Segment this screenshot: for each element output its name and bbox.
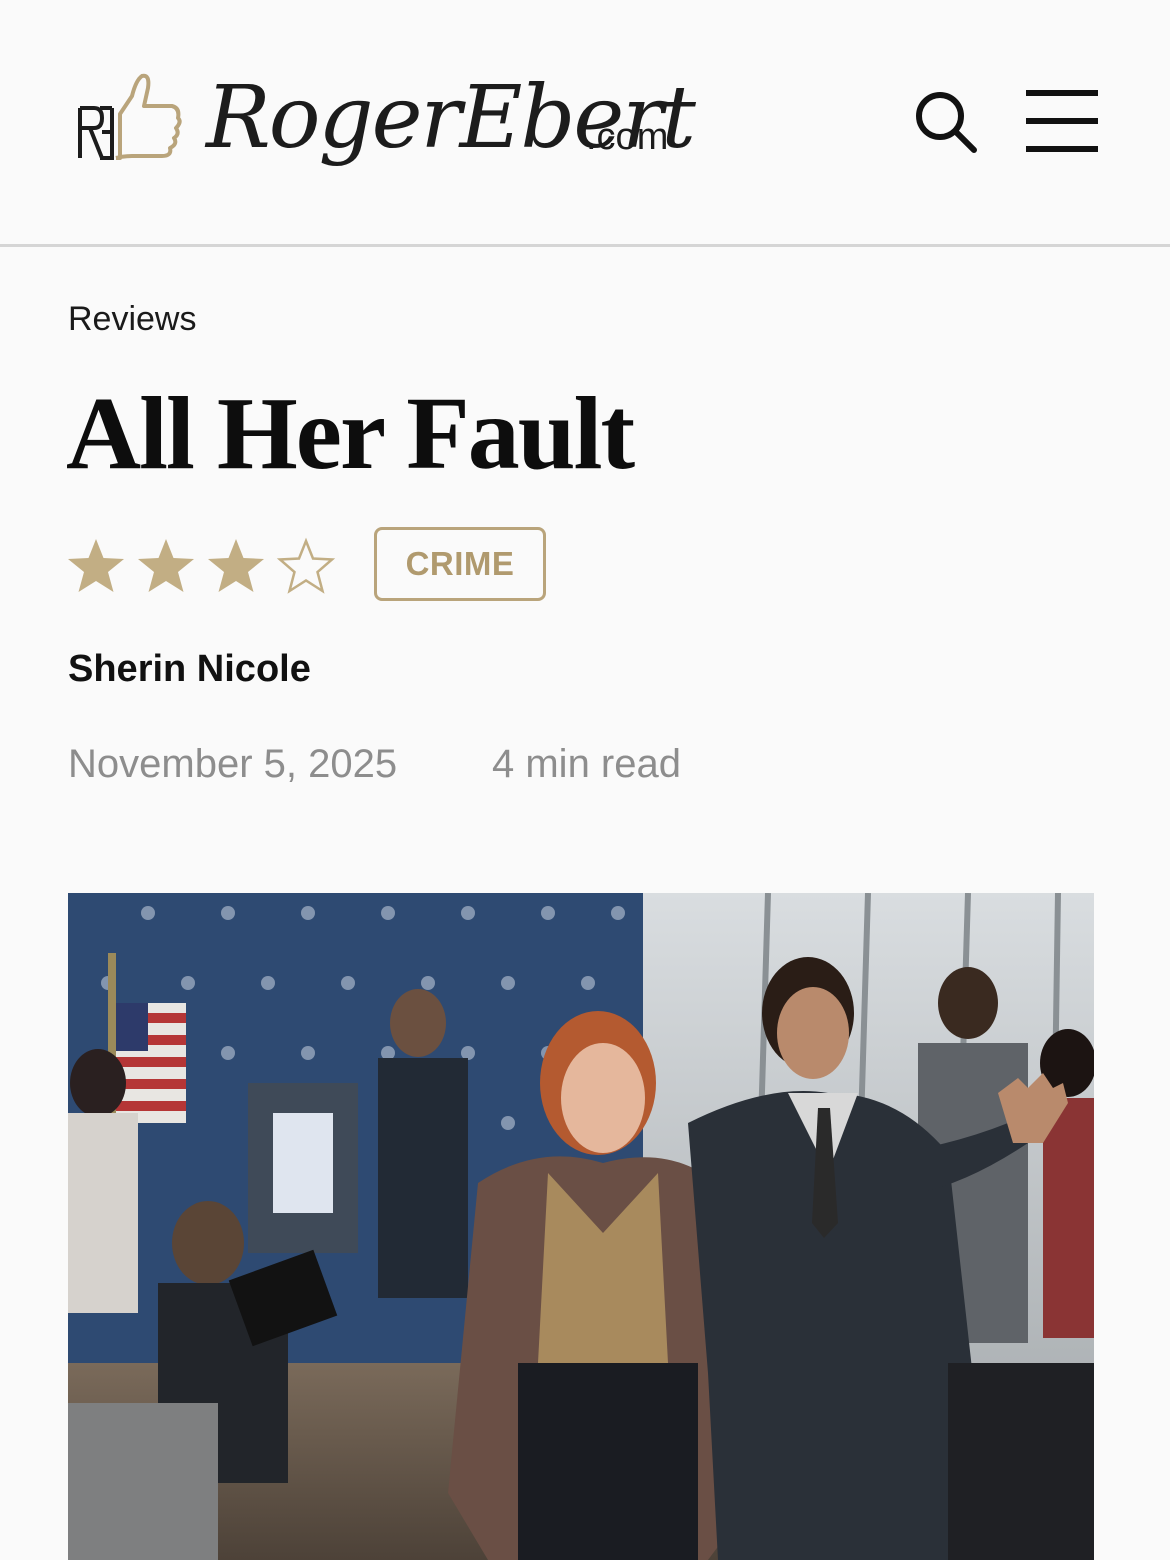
star-filled-icon [68, 539, 124, 592]
author-name[interactable]: Sherin Nicole [68, 648, 311, 691]
search-icon [916, 92, 977, 153]
logo-suffix: .com [586, 116, 669, 158]
hero-photo [68, 893, 1094, 1560]
hero-photo-illustration [68, 893, 1094, 1560]
publish-date: November 5, 2025 [68, 742, 398, 786]
site-header: RogerEbert .com [0, 0, 1170, 247]
star-rating [66, 536, 346, 596]
site-logo[interactable]: RogerEbert .com [76, 62, 696, 174]
search-button[interactable] [912, 88, 980, 156]
hamburger-menu-icon [1026, 90, 1098, 96]
read-time: 4 min read [492, 742, 681, 786]
hamburger-menu-icon-middle [1026, 118, 1098, 124]
genre-tag[interactable]: CRIME [374, 527, 546, 601]
hamburger-menu-icon-bottom [1026, 146, 1098, 152]
star-empty-icon [276, 537, 336, 594]
page-title: All Her Fault [66, 376, 635, 491]
star-filled-icon [208, 539, 264, 592]
section-label[interactable]: Reviews [68, 300, 196, 339]
star-filled-icon [138, 539, 194, 592]
menu-button[interactable] [1026, 90, 1098, 152]
thumbs-up-logo-icon [78, 73, 182, 160]
